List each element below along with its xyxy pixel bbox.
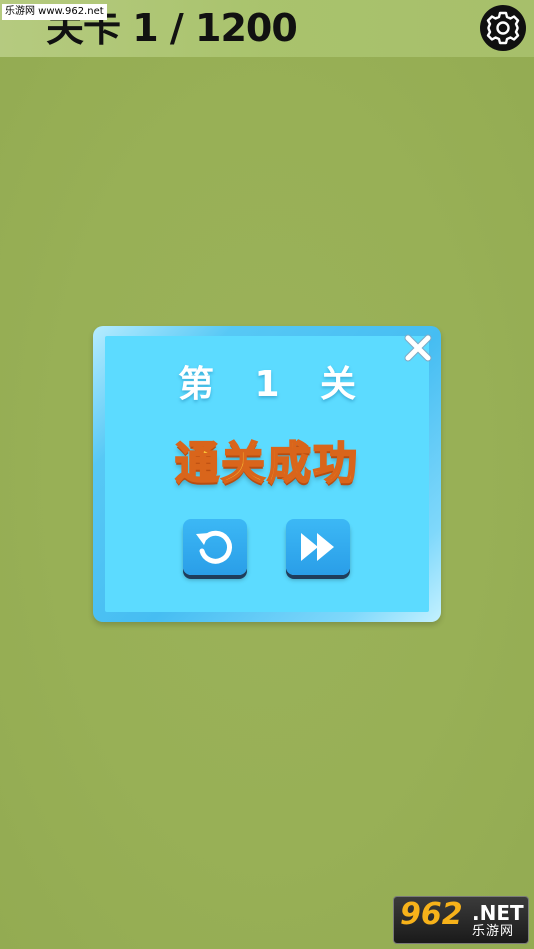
- watermark-bottom-right: 962 .NET 乐游网: [393, 896, 529, 944]
- retry-icon: [196, 530, 232, 564]
- level-title: 第 1 关: [177, 364, 371, 405]
- watermark-top-left: 乐游网 www.962.net: [2, 4, 107, 20]
- watermark-number: 962: [400, 897, 463, 932]
- retry-button[interactable]: [183, 519, 247, 575]
- watermark-suffix: .NET: [472, 901, 524, 925]
- gear-icon: [486, 11, 520, 45]
- fast-forward-icon: [301, 533, 334, 561]
- watermark-chinese: 乐游网: [472, 924, 515, 939]
- success-text: 通关成功: [174, 437, 359, 490]
- settings-button[interactable]: [480, 5, 526, 51]
- next-level-button[interactable]: [286, 519, 350, 575]
